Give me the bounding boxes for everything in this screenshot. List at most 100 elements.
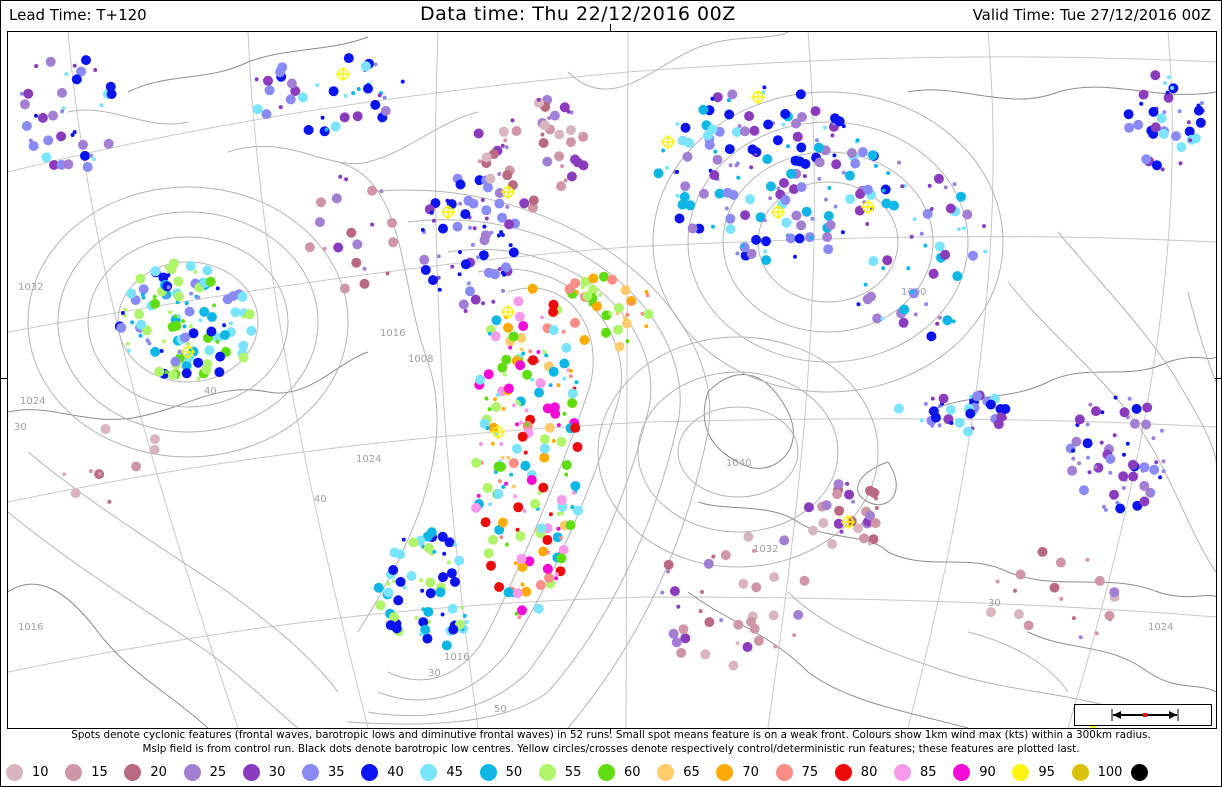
feature-spot bbox=[536, 523, 547, 534]
feature-spot bbox=[644, 289, 649, 294]
feature-spot bbox=[1013, 609, 1024, 620]
feature-spot bbox=[951, 319, 956, 324]
feature-spot bbox=[780, 195, 791, 205]
feature-spot bbox=[1160, 167, 1165, 172]
feature-spot bbox=[316, 197, 326, 208]
feature-spot bbox=[496, 233, 501, 238]
feature-spot bbox=[548, 383, 553, 388]
feature-spot bbox=[909, 234, 914, 239]
feature-spot bbox=[808, 525, 818, 536]
feature-spot bbox=[501, 288, 506, 293]
feature-spot bbox=[478, 250, 489, 261]
feature-spot bbox=[745, 194, 755, 205]
feature-spot bbox=[494, 582, 505, 592]
feature-spot bbox=[724, 206, 729, 211]
feature-spot bbox=[513, 494, 518, 499]
feature-spot bbox=[1112, 433, 1117, 438]
legend-item: 15 bbox=[65, 760, 108, 784]
feature-spot bbox=[388, 237, 399, 248]
legend-label: 70 bbox=[742, 764, 759, 780]
legend-item: 75 bbox=[775, 760, 818, 784]
feature-spot bbox=[1105, 454, 1116, 464]
feature-spot bbox=[565, 137, 576, 148]
feature-spot bbox=[181, 368, 192, 379]
feature-spot bbox=[698, 188, 709, 199]
feature-spot bbox=[419, 578, 424, 583]
feature-spot bbox=[919, 418, 924, 423]
edge-tick bbox=[610, 24, 611, 31]
feature-spot bbox=[1122, 452, 1126, 457]
feature-spot bbox=[768, 196, 773, 201]
feature-spot bbox=[704, 139, 715, 150]
feature-spot bbox=[503, 383, 514, 394]
feature-spot bbox=[427, 532, 432, 537]
feature-spot bbox=[786, 168, 797, 179]
legend-swatch bbox=[124, 763, 142, 781]
feature-spot bbox=[62, 472, 67, 477]
feature-spot bbox=[769, 572, 780, 582]
legend-label: 25 bbox=[209, 764, 227, 780]
feature-spot bbox=[458, 250, 462, 255]
feature-spot bbox=[168, 258, 179, 269]
feature-spot bbox=[502, 170, 513, 181]
feature-spot bbox=[419, 632, 423, 637]
feature-spot bbox=[874, 496, 878, 501]
feature-spot bbox=[556, 553, 567, 564]
feature-spot bbox=[428, 275, 438, 286]
feature-spot bbox=[793, 609, 804, 620]
feature-spot bbox=[386, 581, 391, 586]
feature-spot bbox=[1142, 402, 1153, 413]
feature-spot bbox=[539, 120, 550, 131]
legend-item: 65 bbox=[657, 760, 700, 784]
feature-spot bbox=[60, 109, 65, 114]
feature-spot bbox=[123, 307, 128, 312]
feature-spot bbox=[556, 512, 561, 516]
feature-spot bbox=[19, 91, 24, 96]
feature-spot bbox=[934, 241, 945, 252]
feature-spot bbox=[141, 295, 146, 300]
feature-spot bbox=[214, 367, 225, 378]
feature-spot bbox=[556, 436, 567, 447]
feature-spot bbox=[809, 235, 814, 240]
feature-spot bbox=[1148, 106, 1159, 117]
feature-spot bbox=[480, 230, 491, 241]
feature-spot bbox=[556, 526, 561, 531]
caption-line-1: Spots denote cyclonic features (frontal … bbox=[71, 729, 1151, 741]
feature-spot bbox=[533, 603, 544, 614]
feature-spot bbox=[373, 62, 378, 67]
feature-spot bbox=[751, 234, 762, 245]
feature-spot bbox=[566, 171, 577, 182]
feature-spot bbox=[740, 243, 745, 248]
feature-spot bbox=[228, 321, 233, 326]
feature-spot bbox=[89, 153, 94, 158]
feature-spot bbox=[845, 481, 850, 486]
feature-spot bbox=[653, 168, 664, 179]
feature-spot bbox=[207, 312, 217, 322]
feature-spot bbox=[1170, 86, 1175, 90]
feature-spot bbox=[845, 194, 855, 205]
feature-spot bbox=[375, 600, 386, 611]
feature-spot bbox=[419, 254, 430, 265]
feature-spot bbox=[437, 287, 442, 292]
edge-tick bbox=[1215, 378, 1222, 379]
feature-spot bbox=[154, 366, 165, 377]
feature-spot bbox=[436, 254, 441, 259]
feature-spot bbox=[832, 153, 837, 158]
feature-spot bbox=[735, 641, 740, 646]
feature-spot bbox=[1094, 631, 1099, 636]
feature-spot bbox=[517, 615, 522, 620]
feature-spot bbox=[937, 315, 942, 320]
feature-spot bbox=[661, 148, 666, 153]
feature-spot bbox=[524, 408, 529, 413]
feature-spot bbox=[762, 85, 767, 90]
feature-spot bbox=[215, 351, 226, 362]
feature-spot bbox=[710, 96, 715, 101]
feature-spot bbox=[781, 122, 786, 127]
feature-spot bbox=[869, 487, 880, 498]
feature-spot bbox=[666, 569, 671, 574]
control-cross-icon bbox=[661, 135, 675, 149]
feature-spot bbox=[565, 520, 576, 531]
feature-spot bbox=[28, 141, 39, 151]
feature-spot bbox=[264, 85, 275, 96]
feature-spot bbox=[898, 317, 909, 328]
